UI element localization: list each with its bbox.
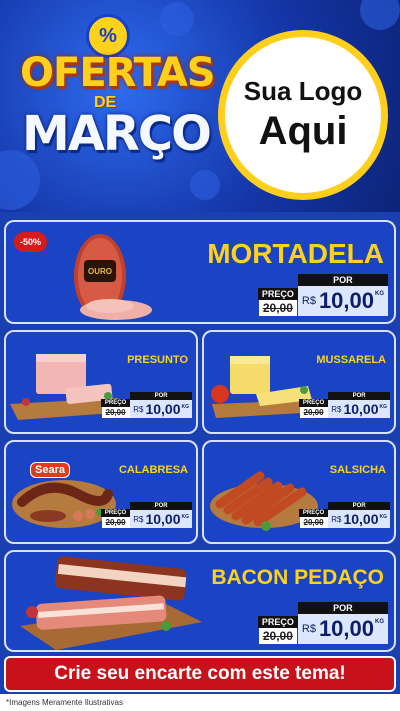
new-price: R$ 10,00 KG [130,510,192,528]
price-value: 10,00 [343,401,379,417]
price-value: 10,00 [318,288,374,313]
price-value: 10,00 [145,401,181,417]
por-label: POR [328,392,390,400]
unit: KG [379,514,388,520]
new-price-group: POR R$ 10,00 KG [297,602,388,644]
old-price-group: PREÇO 20,00 [298,399,329,418]
old-price-group: PREÇO 20,00 [298,509,329,528]
currency: R$ [331,514,342,524]
new-price: R$ 10,00 KG [130,400,192,418]
percent-symbol: % [99,24,117,47]
price-value: 10,00 [145,511,181,527]
preco-label: PREÇO [257,616,298,628]
por-label: POR [130,392,192,400]
new-price-group: POR R$ 10,00 KG [130,392,192,418]
price-box: PREÇO 20,00 POR R$ 10,00 KG [257,602,388,644]
price-box: PREÇO 20,00 POR R$ 10,00 KG [100,502,192,528]
coin-decoration [160,2,194,36]
currency: R$ [331,404,342,414]
product-card-mortadela[interactable]: -50% OURO MORTADELA PREÇO 20,00 POR R$ 1… [4,220,396,324]
cta-button[interactable]: Crie seu encarte com este tema! [4,656,396,692]
por-label: POR [130,502,192,510]
old-price: 20,00 [299,517,328,528]
seara-logo: Seara [30,462,70,478]
new-price-group: POR R$ 10,00 KG [297,274,388,316]
new-price: R$ 10,00 KG [297,614,388,644]
unit: KG [181,514,190,520]
old-price-group: PREÇO 20,00 [257,616,298,644]
new-price: R$ 10,00 KG [328,510,390,528]
price-box: PREÇO 20,00 POR R$ 10,00 KG [298,502,390,528]
discount-badge: -50% [14,232,48,252]
price-box: PREÇO 20,00 POR R$ 10,00 KG [257,274,388,316]
old-price: 20,00 [299,407,328,418]
currency: R$ [133,514,144,524]
new-price-group: POR R$ 10,00 KG [130,502,192,528]
bacon-image [20,556,202,650]
old-price-group: PREÇO 20,00 [100,509,131,528]
product-name: MORTADELA [207,238,384,269]
preco-label: PREÇO [257,288,298,300]
old-price-group: PREÇO 20,00 [100,399,131,418]
hero-banner: % OFERTAS DE MARÇO Sua Logo Aqui [0,0,400,212]
product-name: MUSSARELA [316,354,386,366]
product-name: SALSICHA [329,464,386,476]
currency: R$ [301,623,316,635]
price-box: PREÇO 20,00 POR R$ 10,00 KG [298,392,390,418]
product-card-mussarela[interactable]: MUSSARELA PREÇO 20,00 POR R$ 10,00 KG [202,330,396,434]
price-box: PREÇO 20,00 POR R$ 10,00 KG [100,392,192,418]
product-name: PRESUNTO [127,354,188,366]
preco-label: PREÇO [298,509,329,517]
unit: KG [375,291,384,297]
unit: KG [379,404,388,410]
new-price: R$ 10,00 KG [297,286,388,316]
mortadela-brand-label: OURO [88,267,112,276]
title-marco: MARÇO [22,106,212,162]
old-price: 20,00 [101,407,130,418]
logo-placeholder[interactable]: Sua Logo Aqui [218,30,388,200]
unit: KG [181,404,190,410]
price-value: 10,00 [343,511,379,527]
por-label: POR [297,274,388,286]
currency: R$ [133,404,144,414]
product-name: BACON PEDAÇO [211,566,384,589]
unit: KG [375,619,384,625]
price-value: 10,00 [318,616,374,641]
title-ofertas: OFERTAS [20,50,216,96]
logo-line1: Sua Logo [243,76,363,106]
mortadela-image: OURO [74,234,152,320]
product-card-salsicha[interactable]: SALSICHA PREÇO 20,00 POR R$ 10,00 KG [202,440,396,544]
old-price: 20,00 [101,517,130,528]
preco-label: PREÇO [298,399,329,407]
old-price-group: PREÇO 20,00 [257,288,298,316]
coin-decoration [360,0,400,30]
product-name: CALABRESA [118,464,188,476]
old-price: 20,00 [258,300,297,316]
por-label: POR [328,502,390,510]
new-price-group: POR R$ 10,00 KG [328,392,390,418]
logo-line2: Aqui [258,109,348,153]
footer-disclaimer: *Imagens Meramente Ilustrativas [0,694,400,711]
product-card-bacon[interactable]: BACON PEDAÇO PREÇO 20,00 POR R$ 10,00 KG [4,550,396,652]
preco-label: PREÇO [100,399,131,407]
preco-label: PREÇO [100,509,131,517]
currency: R$ [301,295,316,307]
por-label: POR [297,602,388,614]
coin-decoration [190,170,220,200]
old-price: 20,00 [258,628,297,644]
product-card-calabresa[interactable]: Seara CALABRESA PREÇO 20,00 POR R$ 10,00… [4,440,198,544]
product-card-presunto[interactable]: PRESUNTO PREÇO 20,00 POR R$ 10,00 KG [4,330,198,434]
new-price: R$ 10,00 KG [328,400,390,418]
new-price-group: POR R$ 10,00 KG [328,502,390,528]
